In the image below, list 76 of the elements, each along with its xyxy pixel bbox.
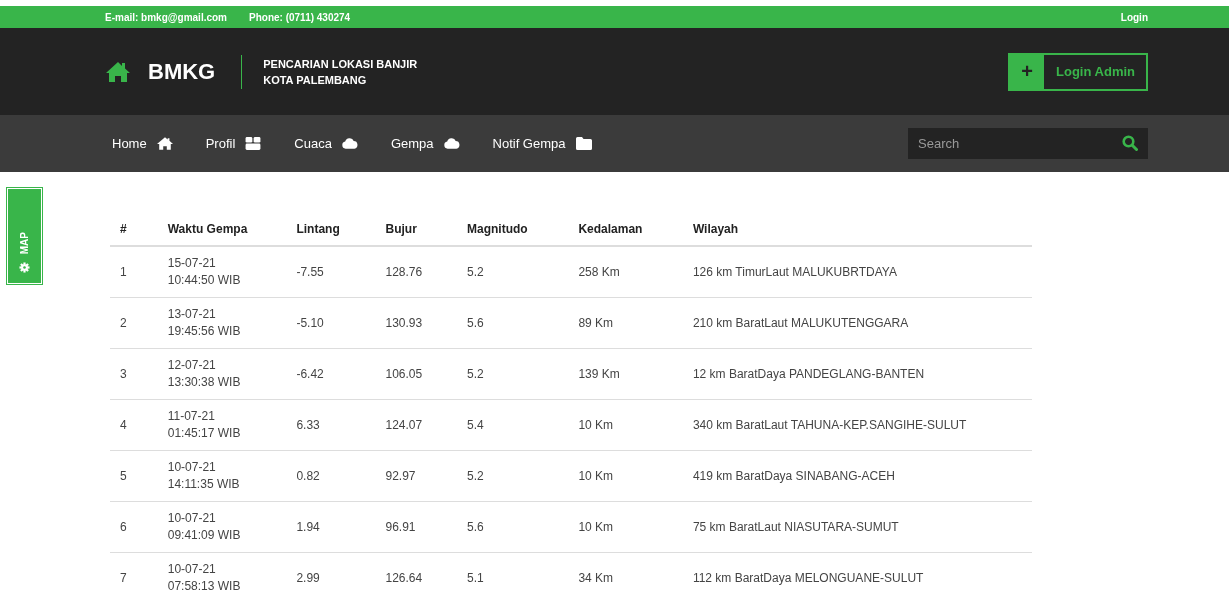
table-cell: 128.76 xyxy=(375,246,457,298)
subtitle-text: PENCARIAN LOKASI BANJIR xyxy=(263,56,418,72)
table-cell: 124.07 xyxy=(375,399,457,451)
table-cell: 0.82 xyxy=(286,450,376,502)
column-header: Waktu Gempa xyxy=(157,222,287,246)
column-header: Wilayah xyxy=(682,222,1032,246)
column-header: Bujur xyxy=(375,222,457,246)
home-icon xyxy=(156,137,173,150)
table-cell: 6.33 xyxy=(286,399,376,451)
table-cell: 75 km BaratLaut NIASUTARA-SUMUT xyxy=(682,501,1032,553)
table-cell: 12-07-21 13:30:38 WIB xyxy=(157,348,287,400)
table-cell: 6 xyxy=(110,501,158,553)
table-cell: -7.55 xyxy=(286,246,376,298)
column-header: Magnitudo xyxy=(456,222,569,246)
table-cell: 10 Km xyxy=(568,450,683,502)
table-cell: 1.94 xyxy=(286,501,376,553)
cloud-icon xyxy=(341,137,358,150)
column-header: Lintang xyxy=(286,222,376,246)
table-cell: 10 Km xyxy=(568,399,683,451)
table-cell: 89 Km xyxy=(568,297,683,349)
table-cell: -5.10 xyxy=(286,297,376,349)
table-cell: 126 km TimurLaut MALUKUBRTDAYA xyxy=(682,246,1032,298)
table-cell: 419 km BaratDaya SINABANG-ACEH xyxy=(682,450,1032,502)
table-cell: 258 Km xyxy=(568,246,683,298)
home-icon xyxy=(105,60,131,83)
table-cell: 5.4 xyxy=(456,399,569,451)
table-cell: 5.6 xyxy=(456,297,569,349)
table-cell: 5.2 xyxy=(456,450,569,502)
box-icon xyxy=(245,137,262,150)
table-cell: 11-07-21 01:45:17 WIB xyxy=(157,399,287,451)
search-field[interactable]: Search xyxy=(908,128,1148,159)
table-cell: -6.42 xyxy=(286,348,376,400)
table-cell: 112 km BaratDaya MELONGUANE-SULUT xyxy=(682,552,1032,596)
table-cell: 12 km BaratDaya PANDEGLANG-BANTEN xyxy=(682,348,1032,400)
table-cell: 2 xyxy=(110,297,158,349)
folder-icon xyxy=(575,137,592,150)
table-cell: 139 Km xyxy=(568,348,683,400)
nav-link[interactable]: Gempa xyxy=(390,136,460,151)
table-cell: 126.64 xyxy=(375,552,457,596)
nav-link[interactable]: Home xyxy=(112,136,173,151)
table-cell: 1 xyxy=(110,246,158,298)
table-cell: 10-07-21 09:41:09 WIB xyxy=(157,501,287,553)
table-cell: 96.91 xyxy=(375,501,457,553)
nav-link[interactable]: Profil xyxy=(205,136,262,151)
column-header: # xyxy=(110,222,158,246)
table-cell: 5.2 xyxy=(456,246,569,298)
table-cell: 10-07-21 07:58:13 WIB xyxy=(157,552,287,596)
phone-text: Phone: (0711) 430274 xyxy=(249,11,351,23)
login-admin-button[interactable]: + Login Admin xyxy=(1008,52,1148,91)
table-cell: 5.6 xyxy=(456,501,569,553)
table-cell: 130.93 xyxy=(375,297,457,349)
table-cell: 5.2 xyxy=(456,348,569,400)
nav-link[interactable]: Notif Gempa xyxy=(492,136,592,151)
nav-link[interactable]: Cuaca xyxy=(294,136,358,151)
email-text: E-mail: bmkg@gmail.com xyxy=(105,11,227,23)
table-cell: 340 km BaratLaut TAHUNA-KEP.SANGIHE-SULUT xyxy=(682,399,1032,451)
table-cell: 210 km BaratLaut MALUKUTENGGARA xyxy=(682,297,1032,349)
table-cell: 5 xyxy=(110,450,158,502)
table-cell: 4 xyxy=(110,399,158,451)
table-cell: 10-07-21 14:11:35 WIB xyxy=(157,450,287,502)
table-cell: 34 Km xyxy=(568,552,683,596)
subtitle-text: KOTA PALEMBANG xyxy=(263,72,368,88)
table-cell: 92.97 xyxy=(375,450,457,502)
column-header: Kedalaman xyxy=(568,222,683,246)
gear-icon xyxy=(19,262,30,273)
table-cell: 15-07-21 10:44:50 WIB xyxy=(157,246,287,298)
table-cell: 7 xyxy=(110,552,158,596)
table-cell: 5.1 xyxy=(456,552,569,596)
table-cell: 106.05 xyxy=(375,348,457,400)
search-icon[interactable] xyxy=(1122,135,1138,151)
table-cell: 13-07-21 19:45:56 WIB xyxy=(157,297,287,349)
cloud-icon xyxy=(443,137,460,150)
brand-title: BMKG xyxy=(148,58,216,85)
table-cell: 3 xyxy=(110,348,158,400)
table-cell: 10 Km xyxy=(568,501,683,553)
table-cell: 2.99 xyxy=(286,552,376,596)
